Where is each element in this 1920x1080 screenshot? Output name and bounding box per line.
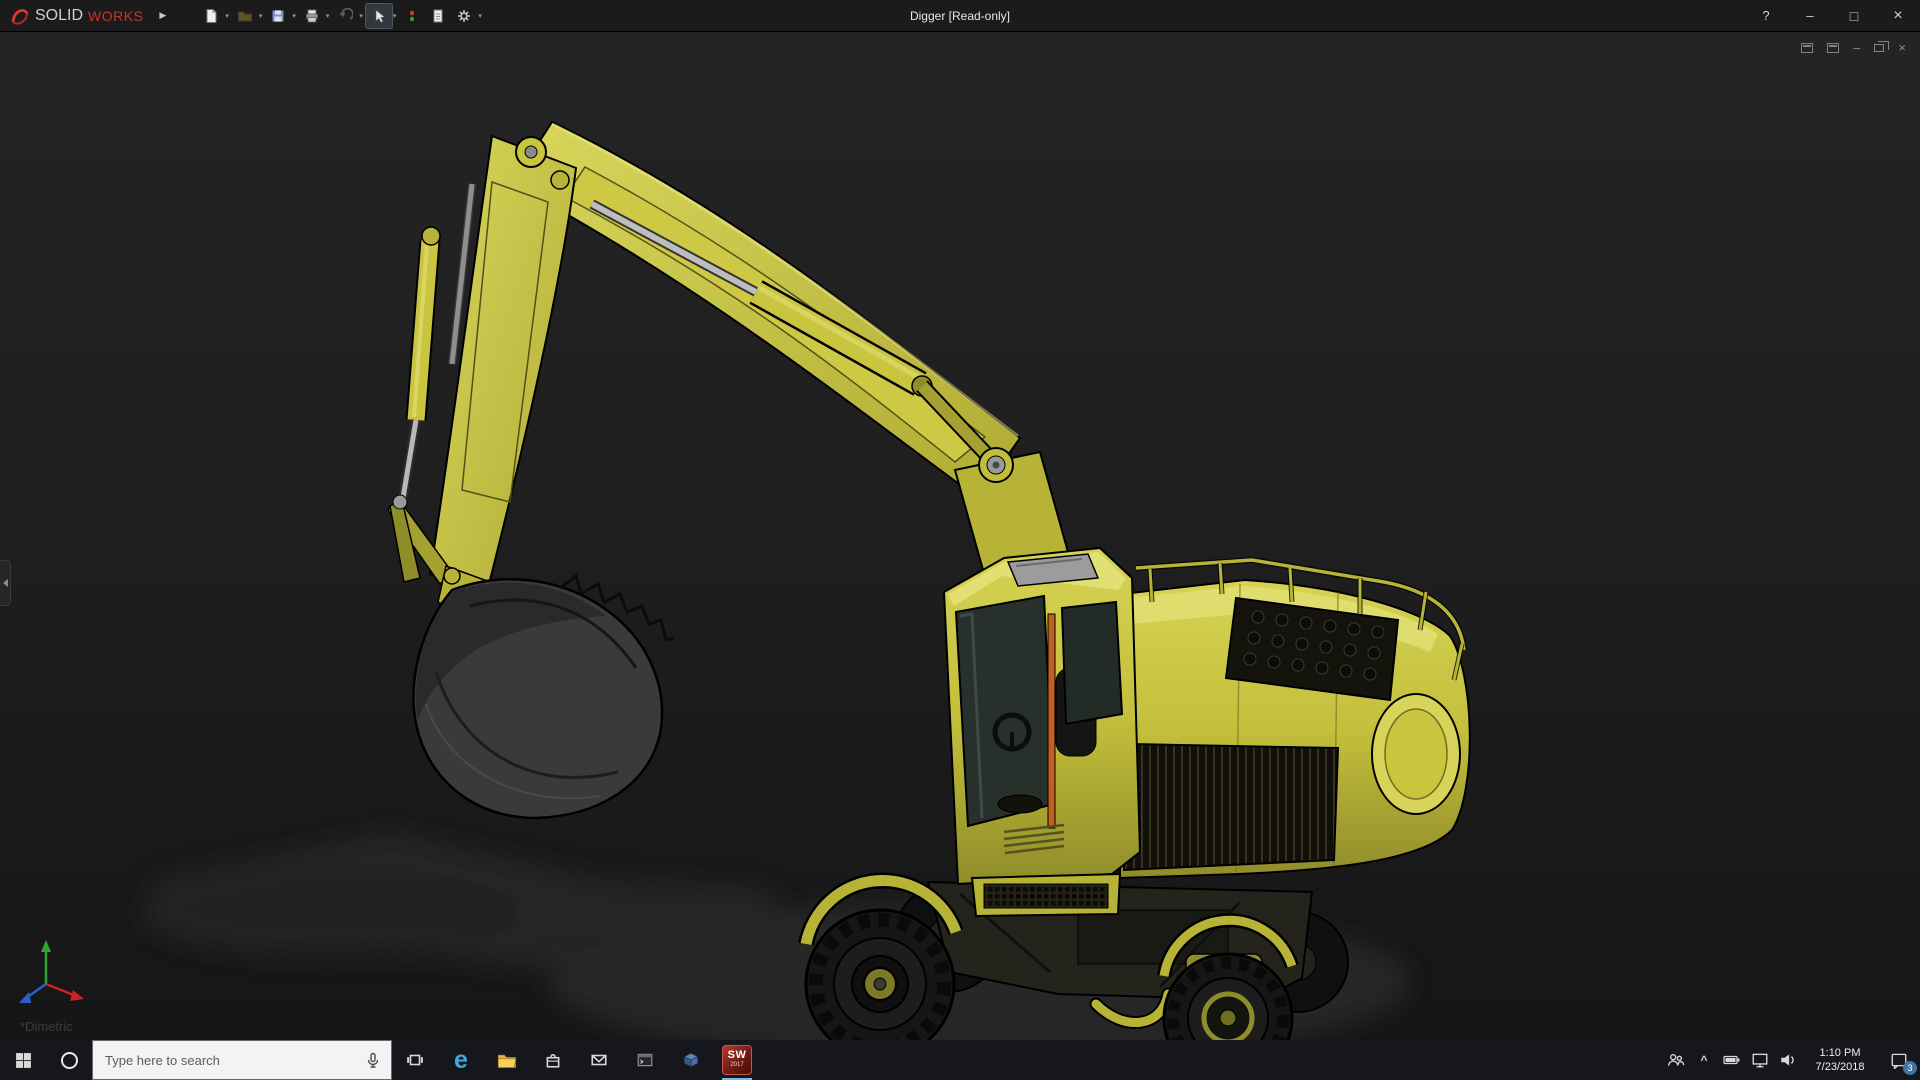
open-button[interactable]	[232, 4, 258, 28]
sw-icon-year: 2017	[730, 1061, 743, 1069]
undo-icon	[337, 8, 353, 24]
digger-bucket	[413, 566, 674, 818]
file-properties-icon	[430, 8, 446, 24]
document-title: Digger [Read-only]	[910, 0, 1010, 32]
solidworks-app-button[interactable]: SW 2017	[714, 1040, 760, 1080]
people-button[interactable]	[1662, 1040, 1690, 1080]
start-button[interactable]	[0, 1040, 46, 1080]
taskbar-clock[interactable]: 1:10 PM 7/23/2018	[1802, 1040, 1878, 1080]
maximize-button[interactable]: □	[1832, 0, 1876, 31]
rebuild-button[interactable]	[399, 4, 425, 28]
print-dropdown[interactable]: ▾	[325, 12, 333, 20]
digger-3d-model[interactable]	[0, 32, 1920, 1040]
open-folder-icon	[237, 8, 253, 24]
save-icon	[270, 8, 286, 24]
tile-window-icon[interactable]	[1827, 43, 1839, 53]
digger-body	[1120, 560, 1470, 878]
chevron-up-icon: ^	[1700, 1053, 1707, 1067]
search-input[interactable]	[93, 1041, 365, 1079]
brand-solid: SOLID	[35, 7, 83, 25]
notification-badge: 3	[1903, 1061, 1917, 1075]
volume-button[interactable]	[1774, 1040, 1802, 1080]
store-bag-icon	[544, 1051, 562, 1069]
doc-close-button[interactable]: ×	[1898, 40, 1906, 55]
taskpane-collapse-tab[interactable]	[0, 560, 11, 606]
doc-restore-button[interactable]	[1874, 44, 1884, 52]
action-center-button[interactable]: 3	[1878, 1040, 1920, 1080]
menu-expand-button[interactable]: ▶	[153, 10, 172, 21]
edge-icon: e	[454, 1048, 468, 1073]
store-button[interactable]	[530, 1040, 576, 1080]
windows-taskbar: e SW 2017	[0, 1040, 1920, 1080]
quick-toolbar: ▾ ▾ ▾	[198, 4, 485, 28]
help-button[interactable]: ?	[1744, 0, 1788, 31]
solidworks-app-icon: SW 2017	[722, 1045, 752, 1075]
edrawings-button[interactable]	[668, 1040, 714, 1080]
windows-logo-icon	[15, 1052, 32, 1069]
save-dropdown[interactable]: ▾	[291, 12, 299, 20]
options-button[interactable]	[451, 4, 477, 28]
select-cursor-icon	[371, 8, 387, 24]
task-view-button[interactable]	[392, 1040, 438, 1080]
network-button[interactable]	[1746, 1040, 1774, 1080]
digger-cab	[944, 548, 1140, 916]
cortana-button[interactable]	[46, 1040, 92, 1080]
new-document-button[interactable]	[198, 4, 224, 28]
print-icon	[304, 8, 320, 24]
edge-button[interactable]: e	[438, 1040, 484, 1080]
new-window-icon[interactable]	[1801, 43, 1813, 53]
minimize-button[interactable]: –	[1788, 0, 1832, 31]
close-button[interactable]: ×	[1876, 0, 1920, 31]
battery-button[interactable]	[1718, 1040, 1746, 1080]
graphics-viewport[interactable]: – × *Dimetric	[0, 32, 1920, 1040]
people-icon	[1667, 1051, 1685, 1069]
task-view-icon	[406, 1051, 424, 1069]
new-dropdown[interactable]: ▾	[224, 12, 232, 20]
open-dropdown[interactable]: ▾	[258, 12, 266, 20]
microphone-icon[interactable]	[365, 1052, 381, 1068]
hidden-icons-button[interactable]: ^	[1690, 1040, 1718, 1080]
undo-button[interactable]	[332, 4, 358, 28]
terminal-window-icon	[636, 1051, 654, 1069]
select-tool-button[interactable]	[366, 4, 392, 28]
digger-boom	[430, 122, 1068, 588]
select-dropdown[interactable]: ▾	[392, 12, 400, 20]
clock-time: 1:10 PM	[1802, 1046, 1878, 1060]
speaker-icon	[1779, 1051, 1797, 1069]
sw-icon-label: SW	[728, 1050, 747, 1061]
network-icon	[1751, 1051, 1769, 1069]
orientation-triad[interactable]	[19, 940, 84, 1003]
solidworks-titlebar: SOLID WORKS ▶ ▾ ▾	[0, 0, 1920, 32]
taskbar-search[interactable]	[92, 1040, 392, 1080]
cube-icon	[682, 1051, 700, 1069]
cortana-ring-icon	[61, 1052, 78, 1069]
undo-dropdown[interactable]: ▾	[358, 12, 366, 20]
mail-envelope-icon	[590, 1051, 608, 1069]
gear-icon	[456, 8, 472, 24]
rebuild-icon	[404, 8, 420, 24]
terminal-button[interactable]	[622, 1040, 668, 1080]
new-document-icon	[203, 8, 219, 24]
mail-button[interactable]	[576, 1040, 622, 1080]
document-window-controls: – ×	[1801, 40, 1906, 55]
brand-works: WORKS	[88, 8, 143, 24]
ds-logo-icon	[10, 6, 30, 26]
doc-minimize-button[interactable]: –	[1853, 43, 1860, 53]
file-properties-button[interactable]	[425, 4, 451, 28]
file-explorer-button[interactable]	[484, 1040, 530, 1080]
folder-icon	[497, 1050, 517, 1070]
system-tray: ^ 1:10 PM 7/23/2018	[1662, 1040, 1920, 1080]
clock-date: 7/23/2018	[1802, 1060, 1878, 1074]
print-button[interactable]	[299, 4, 325, 28]
view-orientation-label: *Dimetric	[20, 1019, 73, 1034]
battery-icon	[1723, 1051, 1741, 1069]
save-button[interactable]	[265, 4, 291, 28]
options-dropdown[interactable]: ▾	[477, 12, 485, 20]
solidworks-brand: SOLID WORKS	[10, 6, 143, 26]
